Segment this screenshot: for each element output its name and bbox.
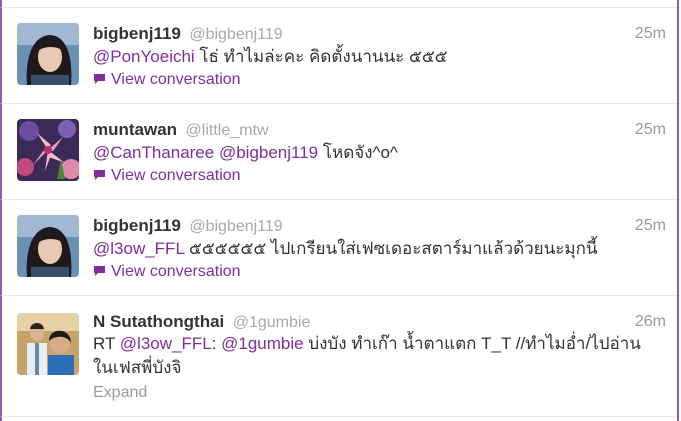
tweet-text: @PonYoeichi โธ่ ทำไมล่ะคะ คิดตั้งนานนะ ๕… — [93, 45, 663, 69]
mention-link[interactable]: @1gumbie — [221, 334, 303, 353]
tweet-timestamp[interactable]: 25m — [635, 214, 666, 238]
retweet-prefix: RT — [93, 334, 120, 353]
speech-bubble-icon — [94, 74, 105, 84]
avatar[interactable] — [17, 215, 79, 277]
view-conversation-link[interactable]: View conversation — [93, 69, 241, 91]
tweet-body: ๕๕๕๕๕๕ ไปเกรียนใส่เฟซเดอะสตาร์มาแล้วด้วย… — [184, 239, 598, 258]
mention-link[interactable]: @bigbenj119 — [219, 143, 318, 162]
view-conversation-link[interactable]: View conversation — [93, 165, 241, 187]
tweet-username[interactable]: @1gumbie — [233, 314, 311, 331]
avatar-couple-icon — [17, 313, 79, 375]
tweet-username[interactable]: @bigbenj119 — [189, 218, 282, 235]
tweet-item[interactable]: bigbenj119 @bigbenj119 25m @l3ow_FFL ๕๕๕… — [1, 200, 680, 296]
tweet-text-line2: ในเฟสพี่บังจิ — [93, 358, 182, 377]
view-conversation-label: View conversation — [111, 263, 241, 280]
tweet-fullname[interactable]: bigbenj119 — [93, 24, 181, 43]
view-conversation-label: View conversation — [111, 167, 241, 184]
tweet-item[interactable]: muntawan @little_mtw 25m @CanThanaree @b… — [1, 104, 680, 200]
tweet-stream: bigbenj119 @bigbenj119 25m @PonYoeichi โ… — [0, 0, 680, 421]
avatar[interactable] — [17, 119, 79, 181]
tweet-body: โหดจัง^o^ — [318, 143, 398, 162]
avatar-girl-icon — [17, 215, 79, 277]
tweet-body: บ่งบัง ทำเก๊า น้ำตาแตก T_T //ทำไมอ่ำ/ไปอ… — [303, 334, 641, 353]
avatar[interactable] — [17, 313, 79, 375]
tweet-timestamp[interactable]: 26m — [635, 310, 666, 334]
mention-link[interactable]: @CanThanaree — [93, 143, 214, 162]
tweet-fullname[interactable]: bigbenj119 — [93, 216, 181, 235]
avatar[interactable] — [17, 23, 79, 85]
view-conversation-label: View conversation — [111, 71, 241, 88]
speech-bubble-icon — [94, 266, 105, 276]
tweet-text: RT @l3ow_FFL: @1gumbie บ่งบัง ทำเก๊า น้ำ… — [93, 332, 663, 356]
mention-link[interactable]: @PonYoeichi — [93, 47, 195, 66]
tweet-item[interactable]: N Sutathongthai @1gumbie 26m RT @l3ow_FF… — [1, 296, 680, 417]
avatar-girl-icon — [17, 23, 79, 85]
speech-bubble-icon — [94, 170, 105, 180]
mention-link[interactable]: @l3ow_FFL — [93, 239, 184, 258]
tweet-item[interactable]: bigbenj119 @bigbenj119 25m @PonYoeichi โ… — [1, 7, 680, 104]
tweet-username[interactable]: @bigbenj119 — [189, 26, 282, 43]
tweet-colon: : — [211, 334, 222, 353]
tweet-timestamp[interactable]: 25m — [635, 22, 666, 46]
tweet-fullname[interactable]: N Sutathongthai — [93, 312, 224, 331]
mention-link[interactable]: @l3ow_FFL — [120, 334, 212, 353]
tweet-timestamp[interactable]: 25m — [635, 118, 666, 142]
tweet-text: @l3ow_FFL ๕๕๕๕๕๕ ไปเกรียนใส่เฟซเดอะสตาร์… — [93, 237, 663, 261]
tweet-username[interactable]: @little_mtw — [186, 122, 269, 139]
tweet-fullname[interactable]: muntawan — [93, 120, 177, 139]
avatar-flowers-icon — [17, 119, 79, 181]
tweet-text: @CanThanaree @bigbenj119 โหดจัง^o^ — [93, 141, 663, 165]
view-conversation-link[interactable]: View conversation — [93, 261, 241, 283]
expand-link[interactable]: Expand — [93, 382, 147, 404]
tweet-body: โธ่ ทำไมล่ะคะ คิดตั้งนานนะ ๕๕๕ — [194, 47, 448, 66]
